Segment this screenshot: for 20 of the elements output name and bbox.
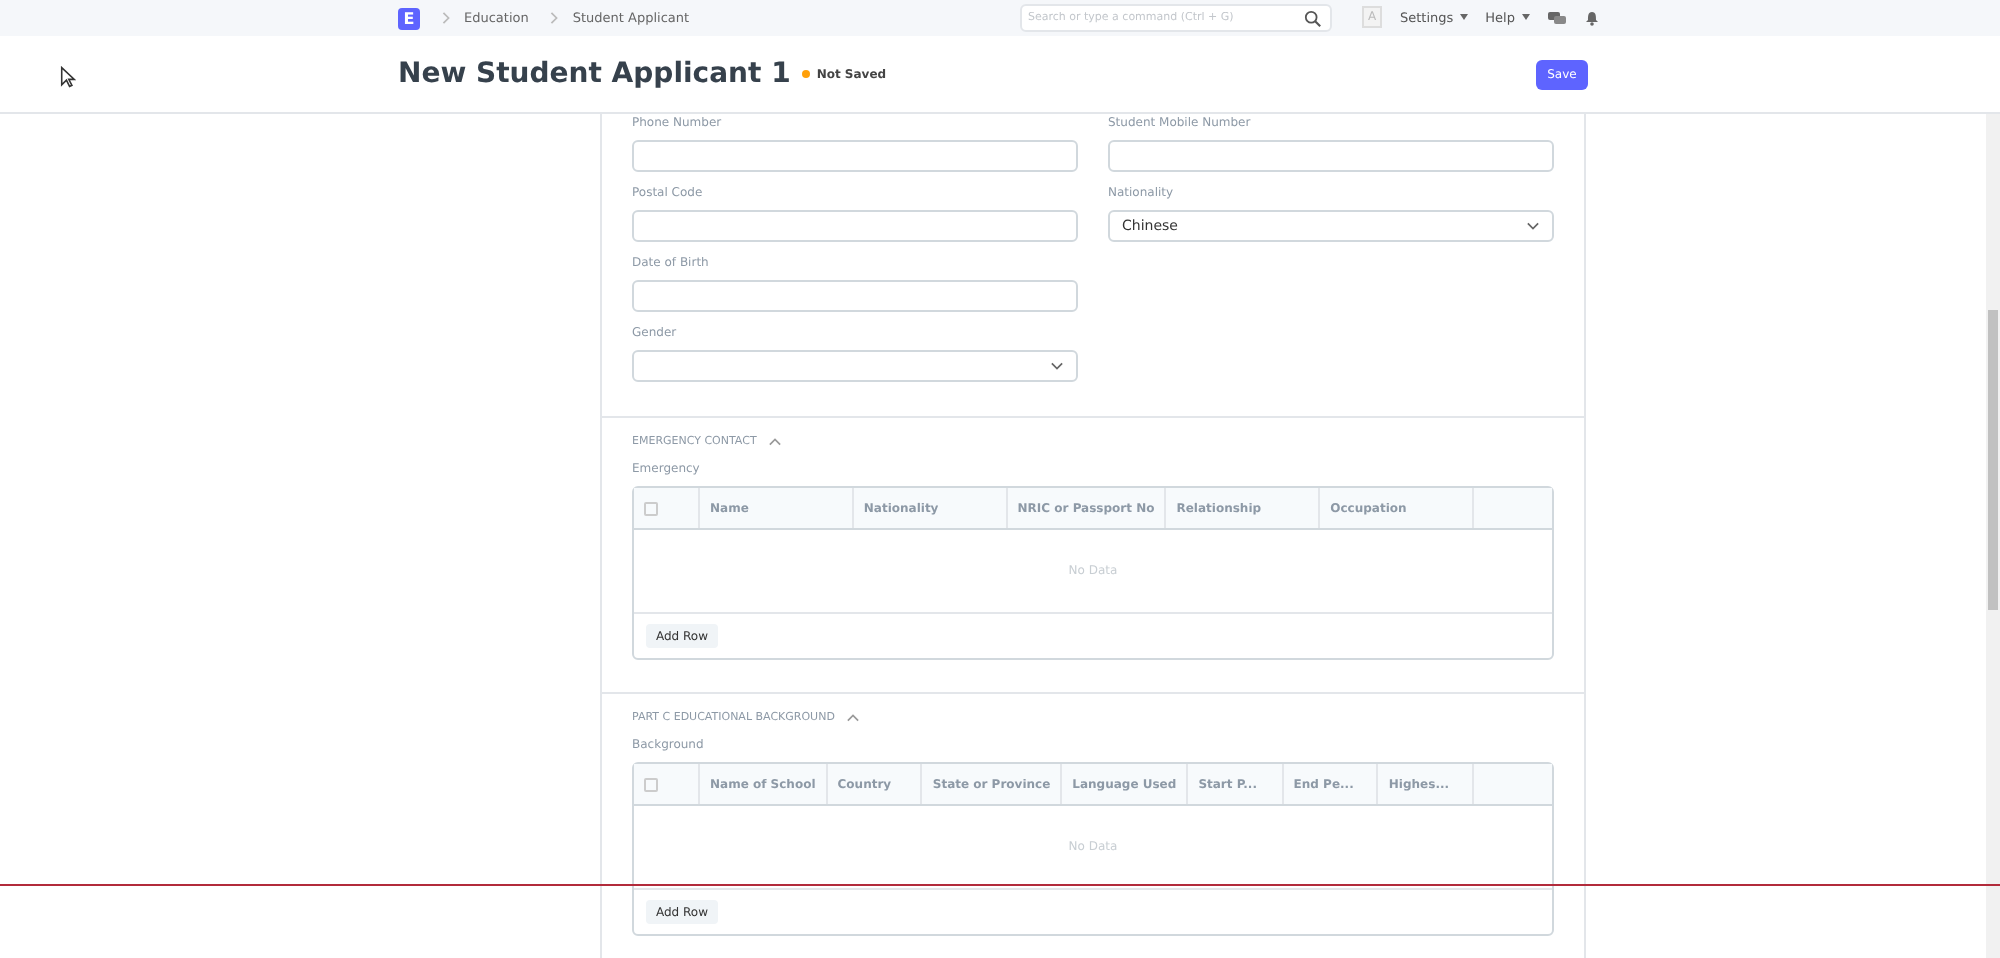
input-field[interactable] (632, 140, 1078, 172)
chat-icon (1547, 9, 1565, 25)
scrollbar[interactable] (1986, 114, 2000, 958)
select-all-checkbox[interactable] (644, 501, 658, 515)
select-all-checkbox[interactable] (644, 777, 658, 791)
input-field[interactable] (632, 280, 1078, 312)
select-field[interactable] (632, 350, 1078, 382)
page-title: New Student Applicant 1 (398, 58, 791, 90)
app-logo[interactable]: E (398, 7, 420, 29)
cursor-icon (60, 66, 76, 88)
caret-icon (1521, 14, 1529, 20)
chevron-right-icon (548, 10, 561, 26)
chevron-right-icon (440, 10, 452, 26)
caret-icon (1459, 14, 1468, 20)
input-field[interactable] (632, 210, 1078, 242)
notification-bell-icon (1583, 9, 1599, 25)
chevron-down-icon (1526, 220, 1540, 232)
search-icon (1304, 10, 1322, 28)
chevron-down-icon (1050, 360, 1064, 372)
input-field[interactable] (1108, 140, 1554, 172)
